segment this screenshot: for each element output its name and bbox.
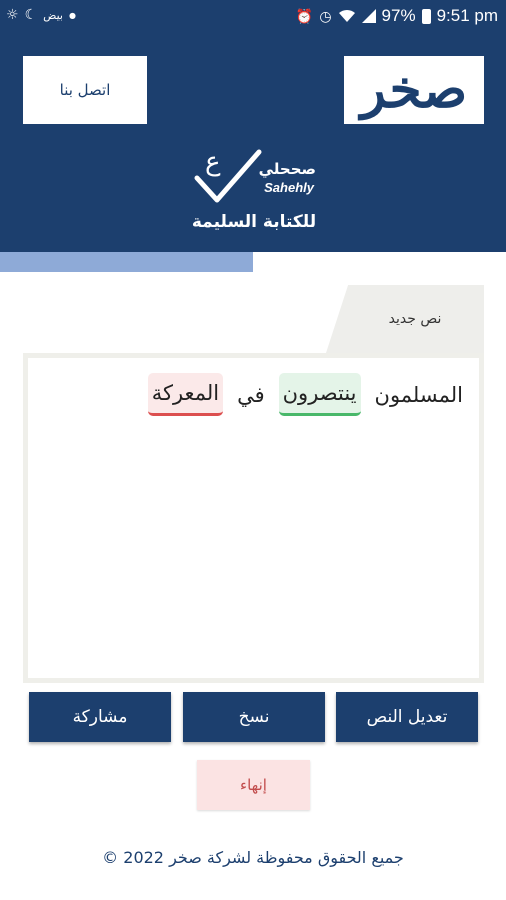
edit-text-button[interactable]: تعديل النص (336, 692, 478, 742)
checkmark-icon: ع (194, 148, 262, 203)
finish-button[interactable]: إنهاء (197, 760, 310, 810)
alarm-icon: ⏰ (295, 7, 314, 24)
svg-text:ع: ع (205, 148, 221, 177)
crescent-icon: ☾ (24, 7, 38, 23)
status-left: ☼ ☾ بيض ● (6, 7, 76, 23)
wifi-icon (338, 9, 355, 22)
tab-new-text[interactable]: نص جديد (326, 285, 484, 353)
weather-sun-icon: ☼ (6, 7, 19, 23)
sakhr-logo: صخر (344, 56, 484, 124)
app-header: صخر اتصل بنا ع صححلي Sahehly للكتابة الس… (0, 34, 506, 262)
logo-text: صخر (360, 59, 468, 120)
share-button[interactable]: مشاركة (29, 692, 171, 742)
word-normal: المسلمون (374, 382, 463, 407)
battery-icon (421, 8, 431, 24)
contact-us-button[interactable]: اتصل بنا (23, 56, 147, 124)
word-normal: في (237, 382, 265, 407)
brand-english: Sahehly (264, 180, 314, 195)
copy-button[interactable]: نسخ (183, 692, 325, 742)
tab-label: نص جديد (388, 311, 442, 327)
text-editor[interactable]: المسلمون ينتصرون في المعركة (23, 353, 484, 683)
word-wrong[interactable]: المعركة (147, 373, 224, 416)
status-right: ⏰ ◷ 97% 9:51 pm (296, 6, 498, 26)
clock-icon: ◷ (319, 7, 332, 24)
progress-fill (0, 252, 253, 272)
progress-bar (0, 252, 506, 272)
status-left-text: بيض (43, 8, 63, 22)
tagline-text: للكتابة السليمة (191, 212, 317, 232)
status-bar: ☼ ☾ بيض ● ⏰ ◷ 97% 9:51 pm (0, 0, 506, 34)
signal-icon (361, 9, 376, 23)
tagline: للكتابة السليمة (0, 212, 506, 232)
battery-percent: 97% (381, 6, 416, 25)
status-time: 9:51 pm (436, 6, 498, 25)
sahehly-brand: ع صححلي Sahehly (193, 148, 318, 204)
dot-icon: ● (68, 10, 76, 20)
word-list: المسلمون ينتصرون في المعركة (147, 373, 467, 416)
copyright-footer: © جميع الحقوق محفوظة لشركة صخر 2022 (102, 848, 404, 867)
word-correct[interactable]: ينتصرون (278, 373, 361, 416)
brand-arabic: صححلي (258, 160, 316, 178)
